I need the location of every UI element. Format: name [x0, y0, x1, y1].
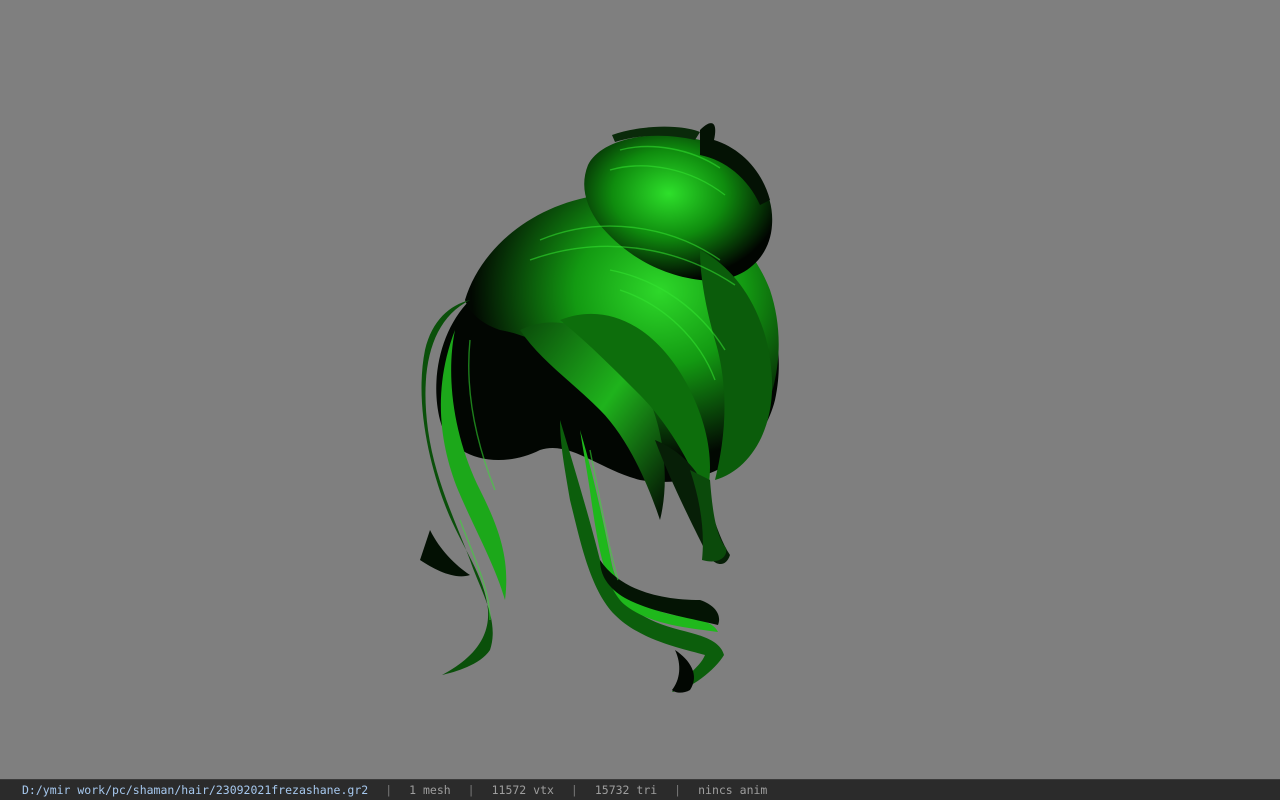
- vertex-count: 11572 vtx: [491, 783, 554, 797]
- 3d-viewport[interactable]: [0, 0, 1280, 779]
- status-separator: |: [385, 783, 393, 797]
- triangle-count: 15732 tri: [594, 783, 658, 797]
- status-separator: |: [674, 783, 682, 797]
- status-bar: D:/ymir work/pc/shaman/hair/23092021frez…: [0, 779, 1280, 800]
- mesh-count: 1 mesh: [409, 783, 451, 797]
- anim-status: nincs anim: [698, 783, 768, 797]
- file-path: D:/ymir work/pc/shaman/hair/23092021frez…: [22, 783, 369, 797]
- hair-model-render: [420, 123, 779, 693]
- status-separator: |: [570, 783, 578, 797]
- status-separator: |: [467, 783, 475, 797]
